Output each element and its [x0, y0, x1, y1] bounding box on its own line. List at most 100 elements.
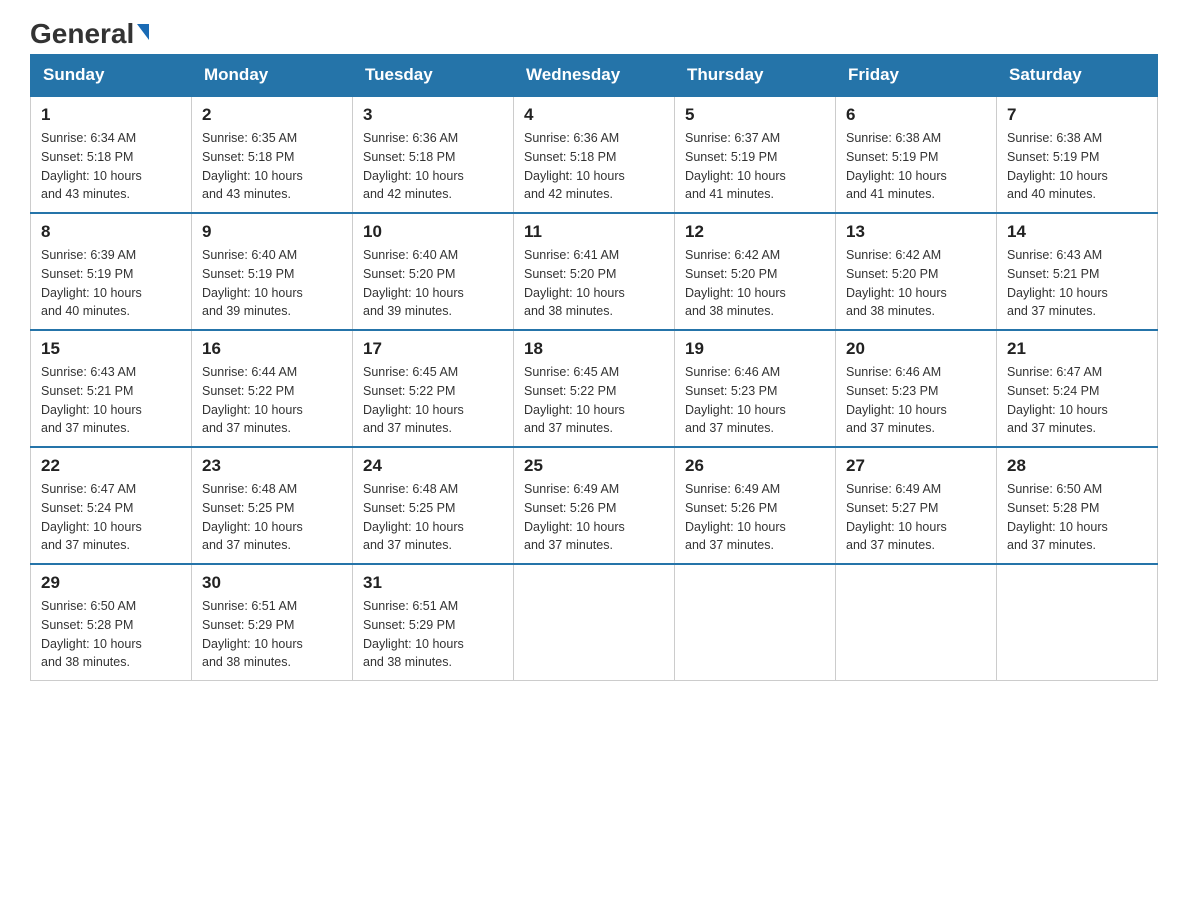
- day-info: Sunrise: 6:37 AM Sunset: 5:19 PM Dayligh…: [685, 129, 825, 204]
- calendar-cell: 5 Sunrise: 6:37 AM Sunset: 5:19 PM Dayli…: [675, 96, 836, 213]
- day-info: Sunrise: 6:48 AM Sunset: 5:25 PM Dayligh…: [202, 480, 342, 555]
- calendar-cell: 9 Sunrise: 6:40 AM Sunset: 5:19 PM Dayli…: [192, 213, 353, 330]
- calendar-cell: 7 Sunrise: 6:38 AM Sunset: 5:19 PM Dayli…: [997, 96, 1158, 213]
- calendar-cell: 12 Sunrise: 6:42 AM Sunset: 5:20 PM Dayl…: [675, 213, 836, 330]
- calendar-cell: [997, 564, 1158, 681]
- calendar-cell: 3 Sunrise: 6:36 AM Sunset: 5:18 PM Dayli…: [353, 96, 514, 213]
- day-info: Sunrise: 6:46 AM Sunset: 5:23 PM Dayligh…: [846, 363, 986, 438]
- day-number: 26: [685, 456, 825, 476]
- week-row-1: 1 Sunrise: 6:34 AM Sunset: 5:18 PM Dayli…: [31, 96, 1158, 213]
- day-info: Sunrise: 6:36 AM Sunset: 5:18 PM Dayligh…: [524, 129, 664, 204]
- day-info: Sunrise: 6:42 AM Sunset: 5:20 PM Dayligh…: [685, 246, 825, 321]
- calendar-cell: 8 Sunrise: 6:39 AM Sunset: 5:19 PM Dayli…: [31, 213, 192, 330]
- day-number: 7: [1007, 105, 1147, 125]
- day-info: Sunrise: 6:47 AM Sunset: 5:24 PM Dayligh…: [41, 480, 181, 555]
- day-number: 5: [685, 105, 825, 125]
- day-number: 14: [1007, 222, 1147, 242]
- calendar-cell: 27 Sunrise: 6:49 AM Sunset: 5:27 PM Dayl…: [836, 447, 997, 564]
- day-info: Sunrise: 6:39 AM Sunset: 5:19 PM Dayligh…: [41, 246, 181, 321]
- day-info: Sunrise: 6:50 AM Sunset: 5:28 PM Dayligh…: [1007, 480, 1147, 555]
- day-number: 9: [202, 222, 342, 242]
- calendar-cell: 18 Sunrise: 6:45 AM Sunset: 5:22 PM Dayl…: [514, 330, 675, 447]
- logo: General: [30, 20, 149, 44]
- day-info: Sunrise: 6:49 AM Sunset: 5:26 PM Dayligh…: [685, 480, 825, 555]
- calendar-header-sunday: Sunday: [31, 55, 192, 97]
- day-number: 19: [685, 339, 825, 359]
- day-info: Sunrise: 6:41 AM Sunset: 5:20 PM Dayligh…: [524, 246, 664, 321]
- day-number: 29: [41, 573, 181, 593]
- calendar-cell: 23 Sunrise: 6:48 AM Sunset: 5:25 PM Dayl…: [192, 447, 353, 564]
- day-info: Sunrise: 6:43 AM Sunset: 5:21 PM Dayligh…: [1007, 246, 1147, 321]
- logo-arrow-icon: [137, 24, 149, 40]
- calendar-cell: 2 Sunrise: 6:35 AM Sunset: 5:18 PM Dayli…: [192, 96, 353, 213]
- day-info: Sunrise: 6:44 AM Sunset: 5:22 PM Dayligh…: [202, 363, 342, 438]
- day-number: 23: [202, 456, 342, 476]
- day-info: Sunrise: 6:38 AM Sunset: 5:19 PM Dayligh…: [846, 129, 986, 204]
- calendar-cell: 30 Sunrise: 6:51 AM Sunset: 5:29 PM Dayl…: [192, 564, 353, 681]
- week-row-2: 8 Sunrise: 6:39 AM Sunset: 5:19 PM Dayli…: [31, 213, 1158, 330]
- day-number: 4: [524, 105, 664, 125]
- day-info: Sunrise: 6:47 AM Sunset: 5:24 PM Dayligh…: [1007, 363, 1147, 438]
- day-info: Sunrise: 6:45 AM Sunset: 5:22 PM Dayligh…: [524, 363, 664, 438]
- day-number: 30: [202, 573, 342, 593]
- calendar-cell: 29 Sunrise: 6:50 AM Sunset: 5:28 PM Dayl…: [31, 564, 192, 681]
- calendar-cell: 19 Sunrise: 6:46 AM Sunset: 5:23 PM Dayl…: [675, 330, 836, 447]
- day-number: 17: [363, 339, 503, 359]
- calendar-cell: [675, 564, 836, 681]
- day-info: Sunrise: 6:40 AM Sunset: 5:19 PM Dayligh…: [202, 246, 342, 321]
- calendar-cell: [836, 564, 997, 681]
- day-number: 24: [363, 456, 503, 476]
- calendar-cell: 6 Sunrise: 6:38 AM Sunset: 5:19 PM Dayli…: [836, 96, 997, 213]
- calendar-cell: 14 Sunrise: 6:43 AM Sunset: 5:21 PM Dayl…: [997, 213, 1158, 330]
- calendar-cell: 20 Sunrise: 6:46 AM Sunset: 5:23 PM Dayl…: [836, 330, 997, 447]
- day-info: Sunrise: 6:43 AM Sunset: 5:21 PM Dayligh…: [41, 363, 181, 438]
- calendar-header-monday: Monday: [192, 55, 353, 97]
- day-number: 16: [202, 339, 342, 359]
- calendar-cell: 13 Sunrise: 6:42 AM Sunset: 5:20 PM Dayl…: [836, 213, 997, 330]
- calendar-cell: 10 Sunrise: 6:40 AM Sunset: 5:20 PM Dayl…: [353, 213, 514, 330]
- day-number: 11: [524, 222, 664, 242]
- day-number: 2: [202, 105, 342, 125]
- day-number: 22: [41, 456, 181, 476]
- calendar-cell: 21 Sunrise: 6:47 AM Sunset: 5:24 PM Dayl…: [997, 330, 1158, 447]
- calendar-header-thursday: Thursday: [675, 55, 836, 97]
- day-number: 31: [363, 573, 503, 593]
- day-number: 12: [685, 222, 825, 242]
- day-info: Sunrise: 6:40 AM Sunset: 5:20 PM Dayligh…: [363, 246, 503, 321]
- day-info: Sunrise: 6:49 AM Sunset: 5:27 PM Dayligh…: [846, 480, 986, 555]
- day-number: 6: [846, 105, 986, 125]
- calendar-cell: 15 Sunrise: 6:43 AM Sunset: 5:21 PM Dayl…: [31, 330, 192, 447]
- day-info: Sunrise: 6:50 AM Sunset: 5:28 PM Dayligh…: [41, 597, 181, 672]
- day-number: 1: [41, 105, 181, 125]
- day-info: Sunrise: 6:48 AM Sunset: 5:25 PM Dayligh…: [363, 480, 503, 555]
- day-number: 25: [524, 456, 664, 476]
- week-row-4: 22 Sunrise: 6:47 AM Sunset: 5:24 PM Dayl…: [31, 447, 1158, 564]
- calendar-cell: 26 Sunrise: 6:49 AM Sunset: 5:26 PM Dayl…: [675, 447, 836, 564]
- day-number: 8: [41, 222, 181, 242]
- calendar-cell: 1 Sunrise: 6:34 AM Sunset: 5:18 PM Dayli…: [31, 96, 192, 213]
- day-info: Sunrise: 6:34 AM Sunset: 5:18 PM Dayligh…: [41, 129, 181, 204]
- calendar-cell: 22 Sunrise: 6:47 AM Sunset: 5:24 PM Dayl…: [31, 447, 192, 564]
- day-info: Sunrise: 6:49 AM Sunset: 5:26 PM Dayligh…: [524, 480, 664, 555]
- calendar-cell: 28 Sunrise: 6:50 AM Sunset: 5:28 PM Dayl…: [997, 447, 1158, 564]
- day-info: Sunrise: 6:38 AM Sunset: 5:19 PM Dayligh…: [1007, 129, 1147, 204]
- day-info: Sunrise: 6:46 AM Sunset: 5:23 PM Dayligh…: [685, 363, 825, 438]
- calendar-cell: 31 Sunrise: 6:51 AM Sunset: 5:29 PM Dayl…: [353, 564, 514, 681]
- day-info: Sunrise: 6:42 AM Sunset: 5:20 PM Dayligh…: [846, 246, 986, 321]
- calendar-header-wednesday: Wednesday: [514, 55, 675, 97]
- calendar-header-saturday: Saturday: [997, 55, 1158, 97]
- day-info: Sunrise: 6:51 AM Sunset: 5:29 PM Dayligh…: [202, 597, 342, 672]
- calendar-cell: 16 Sunrise: 6:44 AM Sunset: 5:22 PM Dayl…: [192, 330, 353, 447]
- day-number: 3: [363, 105, 503, 125]
- day-info: Sunrise: 6:36 AM Sunset: 5:18 PM Dayligh…: [363, 129, 503, 204]
- day-number: 10: [363, 222, 503, 242]
- calendar-cell: 24 Sunrise: 6:48 AM Sunset: 5:25 PM Dayl…: [353, 447, 514, 564]
- day-number: 28: [1007, 456, 1147, 476]
- day-number: 27: [846, 456, 986, 476]
- day-info: Sunrise: 6:45 AM Sunset: 5:22 PM Dayligh…: [363, 363, 503, 438]
- day-number: 15: [41, 339, 181, 359]
- calendar-cell: [514, 564, 675, 681]
- calendar-cell: 11 Sunrise: 6:41 AM Sunset: 5:20 PM Dayl…: [514, 213, 675, 330]
- day-info: Sunrise: 6:51 AM Sunset: 5:29 PM Dayligh…: [363, 597, 503, 672]
- day-number: 21: [1007, 339, 1147, 359]
